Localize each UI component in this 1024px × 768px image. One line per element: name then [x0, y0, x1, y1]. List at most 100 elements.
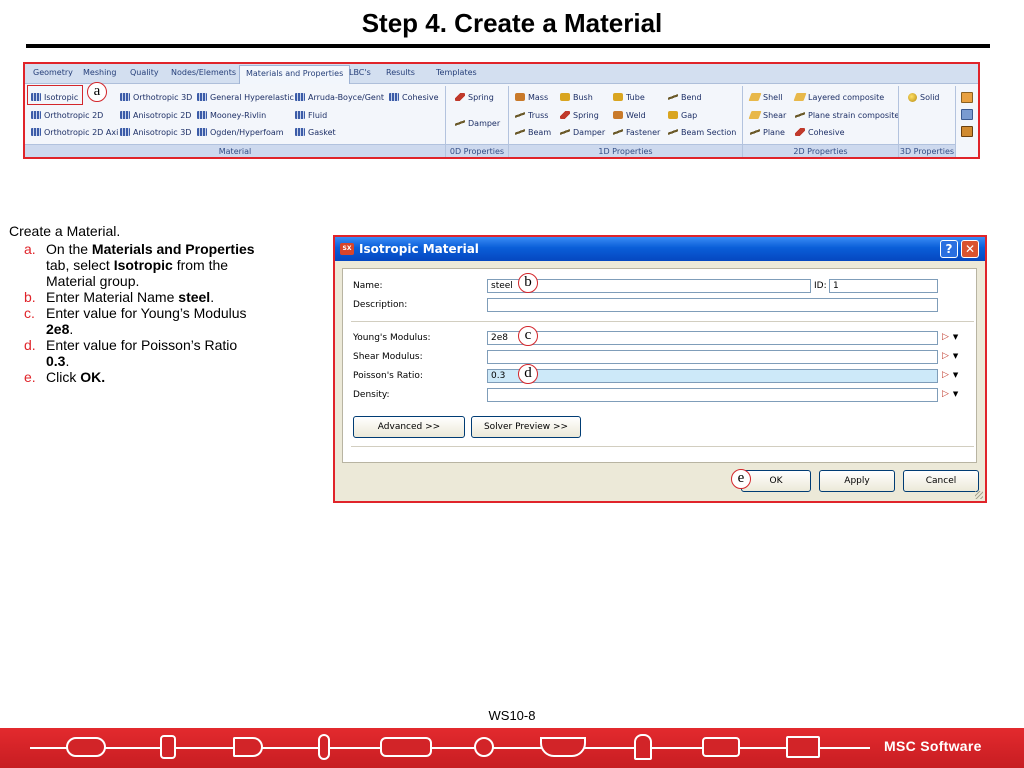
ribbon-item-mass[interactable]: Mass — [515, 90, 548, 104]
tab-lbcs[interactable]: LBC's — [349, 68, 371, 77]
tab-quality[interactable]: Quality — [130, 68, 159, 77]
callout-d: d — [518, 364, 538, 384]
field-picker-icon[interactable]: ▷ ▼ — [942, 389, 964, 401]
ribbon-item-shell[interactable]: Shell — [748, 90, 783, 104]
dialog-form-panel: Name: steel ID: 1 Description: Young's M… — [342, 268, 977, 463]
ribbon-item-mooney-rivlin[interactable]: Mooney-Rivlin — [197, 108, 266, 122]
ribbon-item-label: Beam Section — [681, 127, 737, 137]
tab-nodes-elements[interactable]: Nodes/Elements — [171, 68, 236, 77]
ribbon-item-orthotropic-2d[interactable]: Orthotropic 2D — [31, 108, 103, 122]
close-button[interactable]: ✕ — [961, 240, 979, 258]
ribbon-item-plane-strain-composite[interactable]: Plane strain composite — [795, 108, 899, 122]
density-field[interactable] — [487, 388, 938, 402]
gap-icon — [668, 111, 678, 119]
tab-templates[interactable]: Templates — [436, 68, 477, 77]
material-icon — [197, 128, 207, 136]
ribbon-item-label: Cohesive — [808, 127, 845, 137]
ribbon-item-spring-0d[interactable]: Spring — [455, 90, 494, 104]
ribbon-item-label: Orthotropic 3D — [133, 92, 193, 102]
group-divider — [955, 86, 956, 157]
tab-materials-and-properties[interactable]: Materials and Properties — [239, 65, 351, 84]
cancel-button[interactable]: Cancel — [903, 470, 979, 492]
ribbon-item-label: Mooney-Rivlin — [210, 110, 267, 120]
ribbon-item-orthotropic-3d[interactable]: Orthotropic 3D — [120, 90, 192, 104]
ribbon-item-beam[interactable]: Beam — [515, 125, 551, 139]
ribbon-extra-icon[interactable] — [961, 92, 973, 103]
ribbon-item-plane[interactable]: Plane — [750, 125, 785, 139]
tab-geometry[interactable]: Geometry — [33, 68, 73, 77]
mass-icon — [515, 93, 525, 101]
ribbon-item-damper-1d[interactable]: Damper — [560, 125, 605, 139]
ribbon-item-label: Mass — [528, 92, 549, 102]
step-bold-text: Materials and Properties — [91, 241, 255, 257]
ok-button[interactable]: OK — [741, 470, 811, 492]
ribbon-item-cohesive-2d[interactable]: Cohesive — [795, 125, 845, 139]
ribbon-item-label: Damper — [468, 118, 501, 128]
ribbon-item-truss[interactable]: Truss — [515, 108, 548, 122]
ribbon-item-bush[interactable]: Bush — [560, 90, 593, 104]
ribbon-item-cohesive-material[interactable]: Cohesive — [389, 90, 439, 104]
ribbon-item-fastener[interactable]: Fastener — [613, 125, 660, 139]
ribbon-item-solid[interactable]: Solid — [908, 90, 940, 104]
ribbon-item-general-hyperelastic[interactable]: General Hyperelastic — [197, 90, 294, 104]
field-picker-icon[interactable]: ▷ ▼ — [942, 370, 964, 382]
ribbon-item-label: Gap — [681, 110, 698, 120]
ribbon-item-label: Layered composite — [808, 92, 885, 102]
material-icon — [120, 128, 130, 136]
brand-logo: MSC Software — [884, 738, 982, 754]
ribbon-extra-icon[interactable] — [961, 109, 973, 120]
instruction-step: e. Click OK. — [9, 369, 264, 385]
ribbon-item-anisotropic-3d[interactable]: Anisotropic 3D — [120, 125, 191, 139]
dialog-titlebar[interactable]: SX Isotropic Material ? ✕ — [335, 237, 985, 261]
ribbon-item-weld[interactable]: Weld — [613, 108, 646, 122]
field-picker-icon[interactable]: ▷ ▼ — [942, 332, 964, 344]
ribbon-item-label: Tube — [626, 92, 645, 102]
description-label: Description: — [353, 300, 408, 310]
step-text: Enter value for Poisson’s Ratio — [46, 337, 238, 353]
description-field[interactable] — [487, 298, 938, 312]
help-button[interactable]: ? — [940, 240, 958, 258]
ribbon-group-label-0d: 0D Properties — [446, 144, 508, 157]
tab-results[interactable]: Results — [386, 68, 415, 77]
ribbon-item-label: Gasket — [308, 127, 336, 137]
spring-icon — [560, 111, 570, 119]
tab-meshing[interactable]: Meshing — [83, 68, 116, 77]
plane-icon — [750, 128, 760, 136]
apply-button[interactable]: Apply — [819, 470, 895, 492]
ribbon-item-bend[interactable]: Bend — [668, 90, 702, 104]
ribbon-item-anisotropic-2d[interactable]: Anisotropic 2D — [120, 108, 191, 122]
step-letter: b. — [24, 289, 36, 305]
id-field[interactable]: 1 — [829, 279, 938, 293]
instructions: Create a Material. a. On the Materials an… — [9, 223, 264, 385]
step-bold-text: 2e8 — [46, 321, 70, 337]
ribbon-item-tube[interactable]: Tube — [613, 90, 645, 104]
poissons-ratio-field[interactable]: 0.3 — [487, 369, 938, 383]
car-icon — [66, 737, 106, 757]
field-picker-icon[interactable]: ▷ ▼ — [942, 351, 964, 363]
ribbon-extra-icon[interactable] — [961, 126, 973, 137]
step-bold-text: steel — [178, 289, 211, 305]
ribbon-item-spring-1d[interactable]: Spring — [560, 108, 599, 122]
ribbon-item-layered-composite[interactable]: Layered composite — [793, 90, 885, 104]
shear-modulus-field[interactable] — [487, 350, 938, 364]
material-icon — [295, 93, 305, 101]
ribbon-item-fluid[interactable]: Fluid — [295, 108, 327, 122]
advanced-button[interactable]: Advanced >> — [353, 416, 465, 438]
ribbon-item-gap[interactable]: Gap — [668, 108, 697, 122]
solver-preview-button[interactable]: Solver Preview >> — [471, 416, 581, 438]
ribbon-item-label: Arruda-Boyce/Gent — [308, 92, 385, 102]
step-text: tab, select — [46, 257, 114, 273]
solid-icon — [908, 92, 917, 102]
resize-grip[interactable] — [975, 491, 983, 499]
ribbon-item-gasket[interactable]: Gasket — [295, 125, 336, 139]
ribbon-item-shear[interactable]: Shear — [748, 108, 786, 122]
youngs-modulus-field[interactable]: 2e8 — [487, 331, 938, 345]
ribbon-item-beam-section[interactable]: Beam Section — [668, 125, 736, 139]
callout-b: b — [518, 273, 538, 293]
ribbon-item-ogden-hyperfoam[interactable]: Ogden/Hyperfoam — [197, 125, 284, 139]
material-icon — [120, 111, 130, 119]
ribbon-item-orthotropic-2d-axi[interactable]: Orthotropic 2D Axi — [31, 125, 118, 139]
ribbon-item-arruda-boyce-gent[interactable]: Arruda-Boyce/Gent — [295, 90, 384, 104]
instruction-step: d. Enter value for Poisson’s Ratio 0.3. — [9, 337, 264, 369]
ribbon-item-damper-0d[interactable]: Damper — [455, 116, 500, 130]
